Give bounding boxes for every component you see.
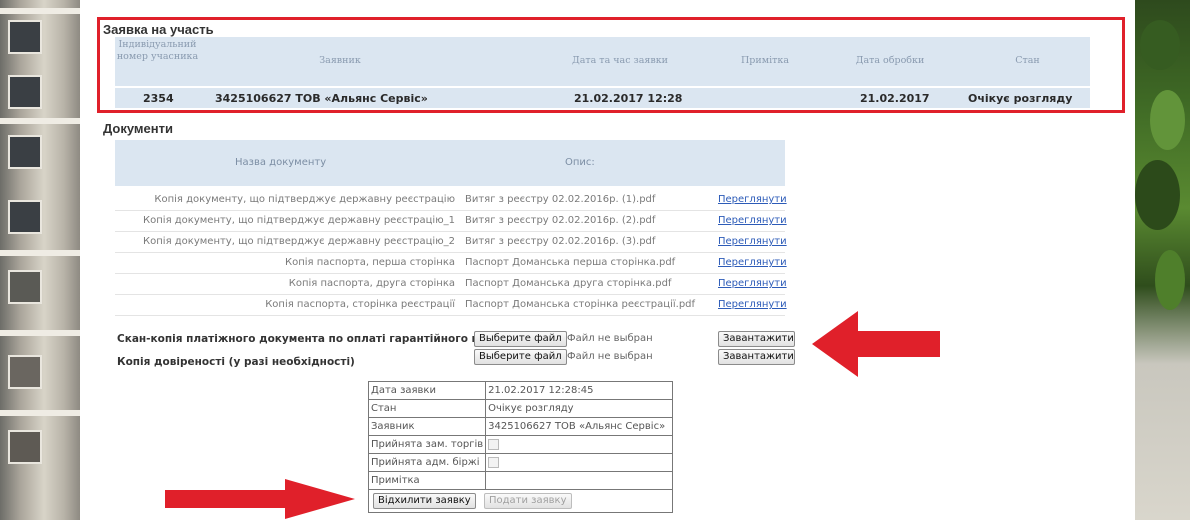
document-row: Копія паспорта, друга сторінка Паспорт Д… xyxy=(115,274,787,295)
upload-label-payment: Скан-копія платіжного документа по оплат… xyxy=(117,333,513,345)
summary-value: 21.02.2017 12:28:45 xyxy=(485,381,674,400)
background-tree-photo xyxy=(1135,0,1190,520)
documents-table-header: Назва документу Опис: xyxy=(115,140,785,186)
submit-application-button[interactable]: Подати заявку xyxy=(484,493,572,509)
document-file: Витяг з реєстру 02.02.2016р. (3).pdf xyxy=(465,236,656,247)
summary-value xyxy=(485,453,674,472)
document-name: Копія паспорта, друга сторінка xyxy=(288,278,455,289)
document-row: Копія документу, що підтверджує державну… xyxy=(115,232,787,253)
summary-key: Заявник xyxy=(367,417,487,436)
view-document-link[interactable]: Переглянути xyxy=(718,278,787,289)
header-document-name: Назва документу xyxy=(235,157,327,168)
document-file: Паспорт Доманська друга сторінка.pdf xyxy=(465,278,672,289)
document-name: Копія паспорта, сторінка реєстрації xyxy=(265,299,455,310)
summary-row: Стан Очікує розгляду xyxy=(367,399,674,418)
document-row: Копія паспорта, перша сторінка Паспорт Д… xyxy=(115,253,787,274)
document-name: Копія паспорта, перша сторінка xyxy=(285,257,455,268)
summary-row: Дата заявки 21.02.2017 12:28:45 xyxy=(367,381,674,400)
document-name: Копія документу, що підтверджує державну… xyxy=(143,215,455,226)
header-description: Опис: xyxy=(565,157,595,168)
summary-key: Прийнята адм. біржі xyxy=(367,453,487,472)
document-name: Копія документу, що підтверджує державну… xyxy=(154,194,455,205)
summary-actions-row: Відхилити заявку Подати заявку xyxy=(367,489,674,513)
summary-actions: Відхилити заявку Подати заявку xyxy=(367,489,674,513)
summary-key: Дата заявки xyxy=(367,381,487,400)
accepted-auction-checkbox[interactable] xyxy=(488,438,500,450)
summary-row: Заявник 3425106627 ТОВ «Альянс Сервіс» xyxy=(367,417,674,436)
highlight-box xyxy=(97,17,1125,113)
summary-value: 3425106627 ТОВ «Альянс Сервіс» xyxy=(485,417,674,436)
upload-label-power-of-attorney: Копія довіреності (у разі необхідності) xyxy=(117,356,355,368)
view-document-link[interactable]: Переглянути xyxy=(718,194,787,205)
document-file: Паспорт Доманська сторінка реєстрації.pd… xyxy=(465,299,696,310)
documents-section-title: Документи xyxy=(103,121,173,136)
summary-key: Примітка xyxy=(367,471,487,490)
document-row: Копія документу, що підтверджує державну… xyxy=(115,190,787,211)
summary-value: Очікує розгляду xyxy=(485,399,674,418)
summary-row: Прийнята зам. торгів xyxy=(367,435,674,454)
summary-value xyxy=(485,435,674,454)
choose-file-button[interactable]: Выберите файл xyxy=(474,331,567,347)
view-document-link[interactable]: Переглянути xyxy=(718,236,787,247)
upload-button[interactable]: Завантажити xyxy=(718,349,795,365)
no-file-text: Файл не выбран xyxy=(567,351,653,362)
reject-application-button[interactable]: Відхилити заявку xyxy=(373,493,476,509)
summary-row: Прийнята адм. біржі xyxy=(367,453,674,472)
document-row: Копія документу, що підтверджує державну… xyxy=(115,211,787,232)
background-building-photo xyxy=(0,0,80,520)
upload-button[interactable]: Завантажити xyxy=(718,331,795,347)
view-document-link[interactable]: Переглянути xyxy=(718,299,787,310)
document-file: Витяг з реєстру 02.02.2016р. (1).pdf xyxy=(465,194,656,205)
view-document-link[interactable]: Переглянути xyxy=(718,257,787,268)
document-file: Паспорт Доманська перша сторінка.pdf xyxy=(465,257,676,268)
red-arrow-right-icon xyxy=(165,479,355,519)
summary-value xyxy=(485,471,674,490)
summary-key: Прийнята зам. торгів xyxy=(367,435,487,454)
accepted-exchange-checkbox[interactable] xyxy=(488,456,500,468)
red-arrow-left-icon xyxy=(812,311,940,377)
summary-key: Стан xyxy=(367,399,487,418)
document-file: Витяг з реєстру 02.02.2016р. (2).pdf xyxy=(465,215,656,226)
view-document-link[interactable]: Переглянути xyxy=(718,215,787,226)
application-summary-table: Дата заявки 21.02.2017 12:28:45 Стан Очі… xyxy=(367,381,674,513)
document-row: Копія паспорта, сторінка реєстрації Пасп… xyxy=(115,295,787,316)
no-file-text: Файл не выбран xyxy=(567,333,653,344)
document-name: Копія документу, що підтверджує державну… xyxy=(143,236,455,247)
summary-row: Примітка xyxy=(367,471,674,490)
choose-file-button[interactable]: Выберите файл xyxy=(474,349,567,365)
